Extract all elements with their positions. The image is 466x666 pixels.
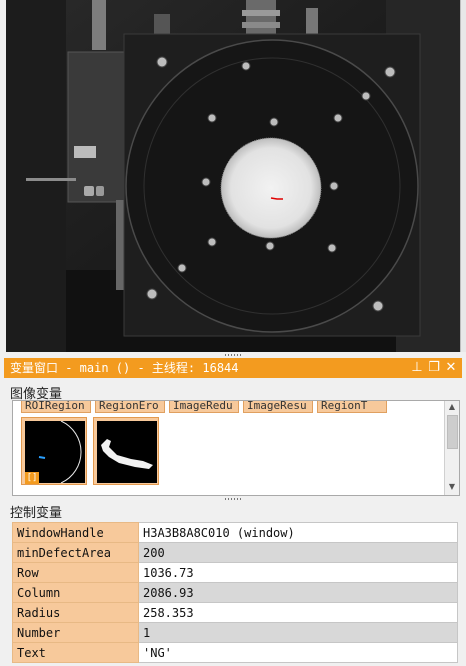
- table-row[interactable]: Text 'NG': [12, 642, 458, 663]
- section-splitter[interactable]: [4, 496, 462, 502]
- variable-name: Column: [12, 582, 139, 603]
- tab-imageresu[interactable]: ImageResu: [243, 401, 313, 413]
- scroll-down-icon[interactable]: ▼: [445, 481, 459, 493]
- control-variables-table: WindowHandle H3A3B8A8C010 (window) minDe…: [12, 522, 458, 663]
- variable-value: 'NG': [138, 642, 458, 663]
- scroll-up-icon[interactable]: ▲: [445, 401, 459, 413]
- variable-value: 1: [138, 622, 458, 643]
- close-icon[interactable]: ✕: [444, 360, 458, 376]
- variable-name: Row: [12, 562, 139, 583]
- variable-value: 258.353: [138, 602, 458, 623]
- variable-name: WindowHandle: [12, 522, 139, 543]
- table-row[interactable]: Column 2086.93: [12, 582, 458, 603]
- camera-image: [6, 0, 460, 352]
- table-row[interactable]: Row 1036.73: [12, 562, 458, 583]
- variable-value: H3A3B8A8C010 (window): [138, 522, 458, 543]
- tab-roiregion[interactable]: ROIRegion: [21, 401, 91, 413]
- variable-value: 1036.73: [138, 562, 458, 583]
- table-row[interactable]: WindowHandle H3A3B8A8C010 (window): [12, 522, 458, 543]
- iconic-variables-panel: ROIRegion RegionEro ImageRedu ImageResu …: [12, 400, 460, 496]
- thumbnail-roiregion[interactable]: []: [21, 417, 87, 485]
- variable-window-title-bar[interactable]: 变量窗口 - main () - 主线程: 16844 ⊥ ❐ ✕: [4, 358, 462, 378]
- variable-value: 200: [138, 542, 458, 563]
- table-row[interactable]: minDefectArea 200: [12, 542, 458, 563]
- variable-name: Radius: [12, 602, 139, 623]
- variable-value: 2086.93: [138, 582, 458, 603]
- variable-name: Number: [12, 622, 139, 643]
- variable-window: 变量窗口 - main () - 主线程: 16844 ⊥ ❐ ✕ 图像变量 R…: [4, 358, 462, 666]
- splitter-grip: [225, 498, 241, 500]
- thumbnail-regionero[interactable]: [93, 417, 159, 485]
- control-variables-label: 控制变量: [10, 506, 63, 521]
- tab-regiont[interactable]: RegionT: [317, 401, 387, 413]
- iconic-scrollbar[interactable]: ▲ ▼: [444, 401, 459, 495]
- tab-regionero[interactable]: RegionEro: [95, 401, 165, 413]
- thumbnail-image: [97, 421, 157, 483]
- tab-imageredu[interactable]: ImageRedu: [169, 401, 239, 413]
- restore-icon[interactable]: ❐: [427, 360, 441, 376]
- window-title: 变量窗口 - main () - 主线程: 16844: [10, 361, 239, 375]
- viewer-scrollbar[interactable]: [460, 0, 466, 352]
- region-badge: []: [25, 472, 39, 484]
- variable-name: minDefectArea: [12, 542, 139, 563]
- variable-name: Text: [12, 642, 139, 663]
- scroll-thumb[interactable]: [447, 415, 458, 449]
- pin-icon[interactable]: ⊥: [410, 360, 424, 376]
- table-row[interactable]: Number 1: [12, 622, 458, 643]
- graphics-window-canvas[interactable]: [6, 0, 460, 352]
- image-viewer: [0, 0, 466, 352]
- table-row[interactable]: Radius 258.353: [12, 602, 458, 623]
- splitter-grip: [225, 354, 241, 356]
